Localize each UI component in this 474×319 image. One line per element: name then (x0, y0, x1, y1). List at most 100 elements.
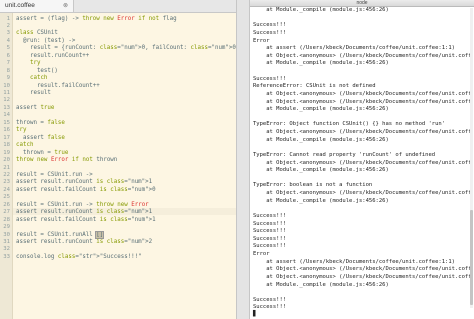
code-line: result = CSUnit.run -> throw new Error (16, 201, 149, 208)
terminal-line: Success!!! (253, 228, 287, 235)
terminal-line: at Module._compile (module.js:456:26) (253, 7, 389, 13)
terminal-line: at Object.<anonymous> (/Users/kbeck/Docu… (253, 90, 471, 97)
line-number: 7 (6, 60, 10, 67)
terminal-line: Success!!! (253, 212, 287, 219)
line-number: 25 (3, 194, 10, 201)
line-number: 28 (3, 216, 10, 223)
line-number-gutter: 1 2 3 4 5 6 7 8 9 10 11 12 13 14 15 16 17 18 19 20 21 22 23 24 2… (0, 13, 13, 319)
terminal-line: at Object.<anonymous> (/Users/kbeck/Docu… (253, 159, 471, 166)
line-number: 1 (6, 15, 10, 22)
terminal-line: at Module._compile (module.js:456:26) (253, 281, 389, 288)
terminal-line: at Object.<anonymous> (/Users/kbeck/Docu… (253, 273, 471, 280)
code-line: result.runCount++ (16, 52, 90, 59)
close-tab-icon[interactable]: ⊗ (63, 0, 68, 12)
code-line: class CSUnit (16, 30, 58, 37)
terminal-line: Error (253, 251, 270, 257)
line-number: 8 (6, 67, 10, 74)
line-number: 23 (3, 179, 10, 186)
line-number: 22 (3, 171, 10, 178)
line-number: 9 (6, 75, 10, 82)
editor-tab-bar: unit.coffee ⊗ (0, 0, 236, 13)
code-line: catch (29, 75, 48, 82)
terminal-title: node (250, 0, 474, 7)
tab-unit-coffee[interactable]: unit.coffee ⊗ (0, 0, 74, 12)
code-line: try (29, 60, 41, 67)
terminal-line: TypeError: Cannot read property 'runCoun… (253, 151, 436, 158)
line-number: 21 (3, 164, 10, 171)
line-number: 29 (3, 224, 10, 231)
line-number: 30 (3, 231, 10, 238)
line-number: 18 (3, 142, 10, 149)
terminal-output: at Module._compile (module.js:456:26) Suc… (253, 7, 471, 312)
line-number: 32 (3, 246, 10, 253)
terminal-line: at assert (/Users/kbeck/Documents/coffee… (253, 258, 455, 265)
terminal-line: Error (253, 37, 270, 44)
line-number: 6 (6, 52, 10, 59)
code-line: result.failCount++ (16, 82, 100, 89)
code-line: assert result.failCount is class="num">1 (16, 216, 156, 223)
code-line: result = {runCount: class="num">0, failC… (16, 45, 236, 52)
terminal-line: Success!!! (253, 296, 287, 303)
tab-label: unit.coffee (5, 2, 35, 9)
terminal-line: at Module._compile (module.js:456:26) (253, 197, 389, 204)
line-number: 2 (6, 22, 10, 29)
line-number: 13 (3, 104, 10, 111)
line-number: 17 (3, 134, 10, 141)
code-line: assert result.runCount is class="num">2 (16, 239, 153, 245)
code-line: result (16, 90, 51, 96)
terminal-line: ReferenceError: CSUnit is not defined (253, 83, 376, 90)
code-line: assert result.runCount is class="num">1 (16, 179, 153, 186)
terminal-line: at Object.<anonymous> (/Users/kbeck/Docu… (253, 98, 471, 105)
terminal-line: Success!!! (253, 304, 287, 311)
line-number: 10 (3, 82, 10, 89)
code-line: thrown = false (16, 119, 65, 126)
code-line: console.log class="str">"Success!!!" (16, 253, 142, 260)
line-number: 14 (3, 112, 10, 119)
terminal-line: Success!!! (253, 29, 287, 36)
code-line: catch (16, 142, 34, 149)
line-number: 16 (3, 127, 10, 134)
terminal-line: TypeError: Object function CSUnit() {} h… (253, 121, 446, 128)
line-number: 33 (3, 253, 10, 260)
terminal-line: Success!!! (253, 75, 287, 82)
terminal-line: at assert (/Users/kbeck/Documents/coffee… (253, 45, 455, 52)
code-line: assert false (16, 134, 65, 141)
code-line: assert true (16, 104, 55, 111)
code-line: thrown = true (16, 149, 69, 156)
code-line: assert result.runCount is class="num">1 (16, 209, 153, 216)
terminal-line: Success!!! (253, 235, 287, 242)
terminal-cursor: ▊ (253, 311, 257, 317)
terminal-line: at Module._compile (module.js:456:26) (253, 167, 389, 174)
line-number: 3 (6, 30, 10, 37)
terminal-line: at Object.<anonymous> (/Users/kbeck/Docu… (253, 52, 471, 59)
line-number: 26 (3, 201, 10, 208)
code-editor-pane[interactable]: unit.coffee ⊗ 1 2 3 4 5 6 7 8 9 10 11 12 13 14 15 16 17 1… (0, 0, 236, 319)
terminal-line: at Module._compile (module.js:456:26) (253, 136, 389, 143)
terminal-line: at Module._compile (module.js:456:26) (253, 106, 389, 113)
code-line: assert result.failCount is class="num">0 (16, 186, 156, 193)
code-line: throw new Error if not thrown (16, 157, 118, 164)
code-line: @run: (test) -> (16, 37, 76, 44)
terminal-scroll-thumb[interactable] (470, 210, 473, 305)
line-number: 11 (3, 90, 10, 96)
line-number: 20 (3, 157, 10, 164)
terminal-pane[interactable]: node at Module._compile (module.js:456:2… (250, 0, 474, 319)
code-line: test() (16, 67, 58, 74)
line-number: 19 (3, 149, 10, 156)
terminal-line: TypeError: boolean is not a function (253, 182, 373, 189)
pane-divider[interactable] (236, 0, 250, 319)
line-number: 5 (6, 45, 10, 52)
line-number: 12 (3, 97, 10, 104)
code-line: try (16, 127, 27, 134)
line-number: 15 (3, 119, 10, 126)
line-number: 31 (3, 239, 10, 245)
code-line: result = CSUnit.runAll [] (16, 230, 105, 239)
line-number: 24 (3, 186, 10, 193)
code-line: result = CSUnit.run -> (16, 171, 93, 178)
